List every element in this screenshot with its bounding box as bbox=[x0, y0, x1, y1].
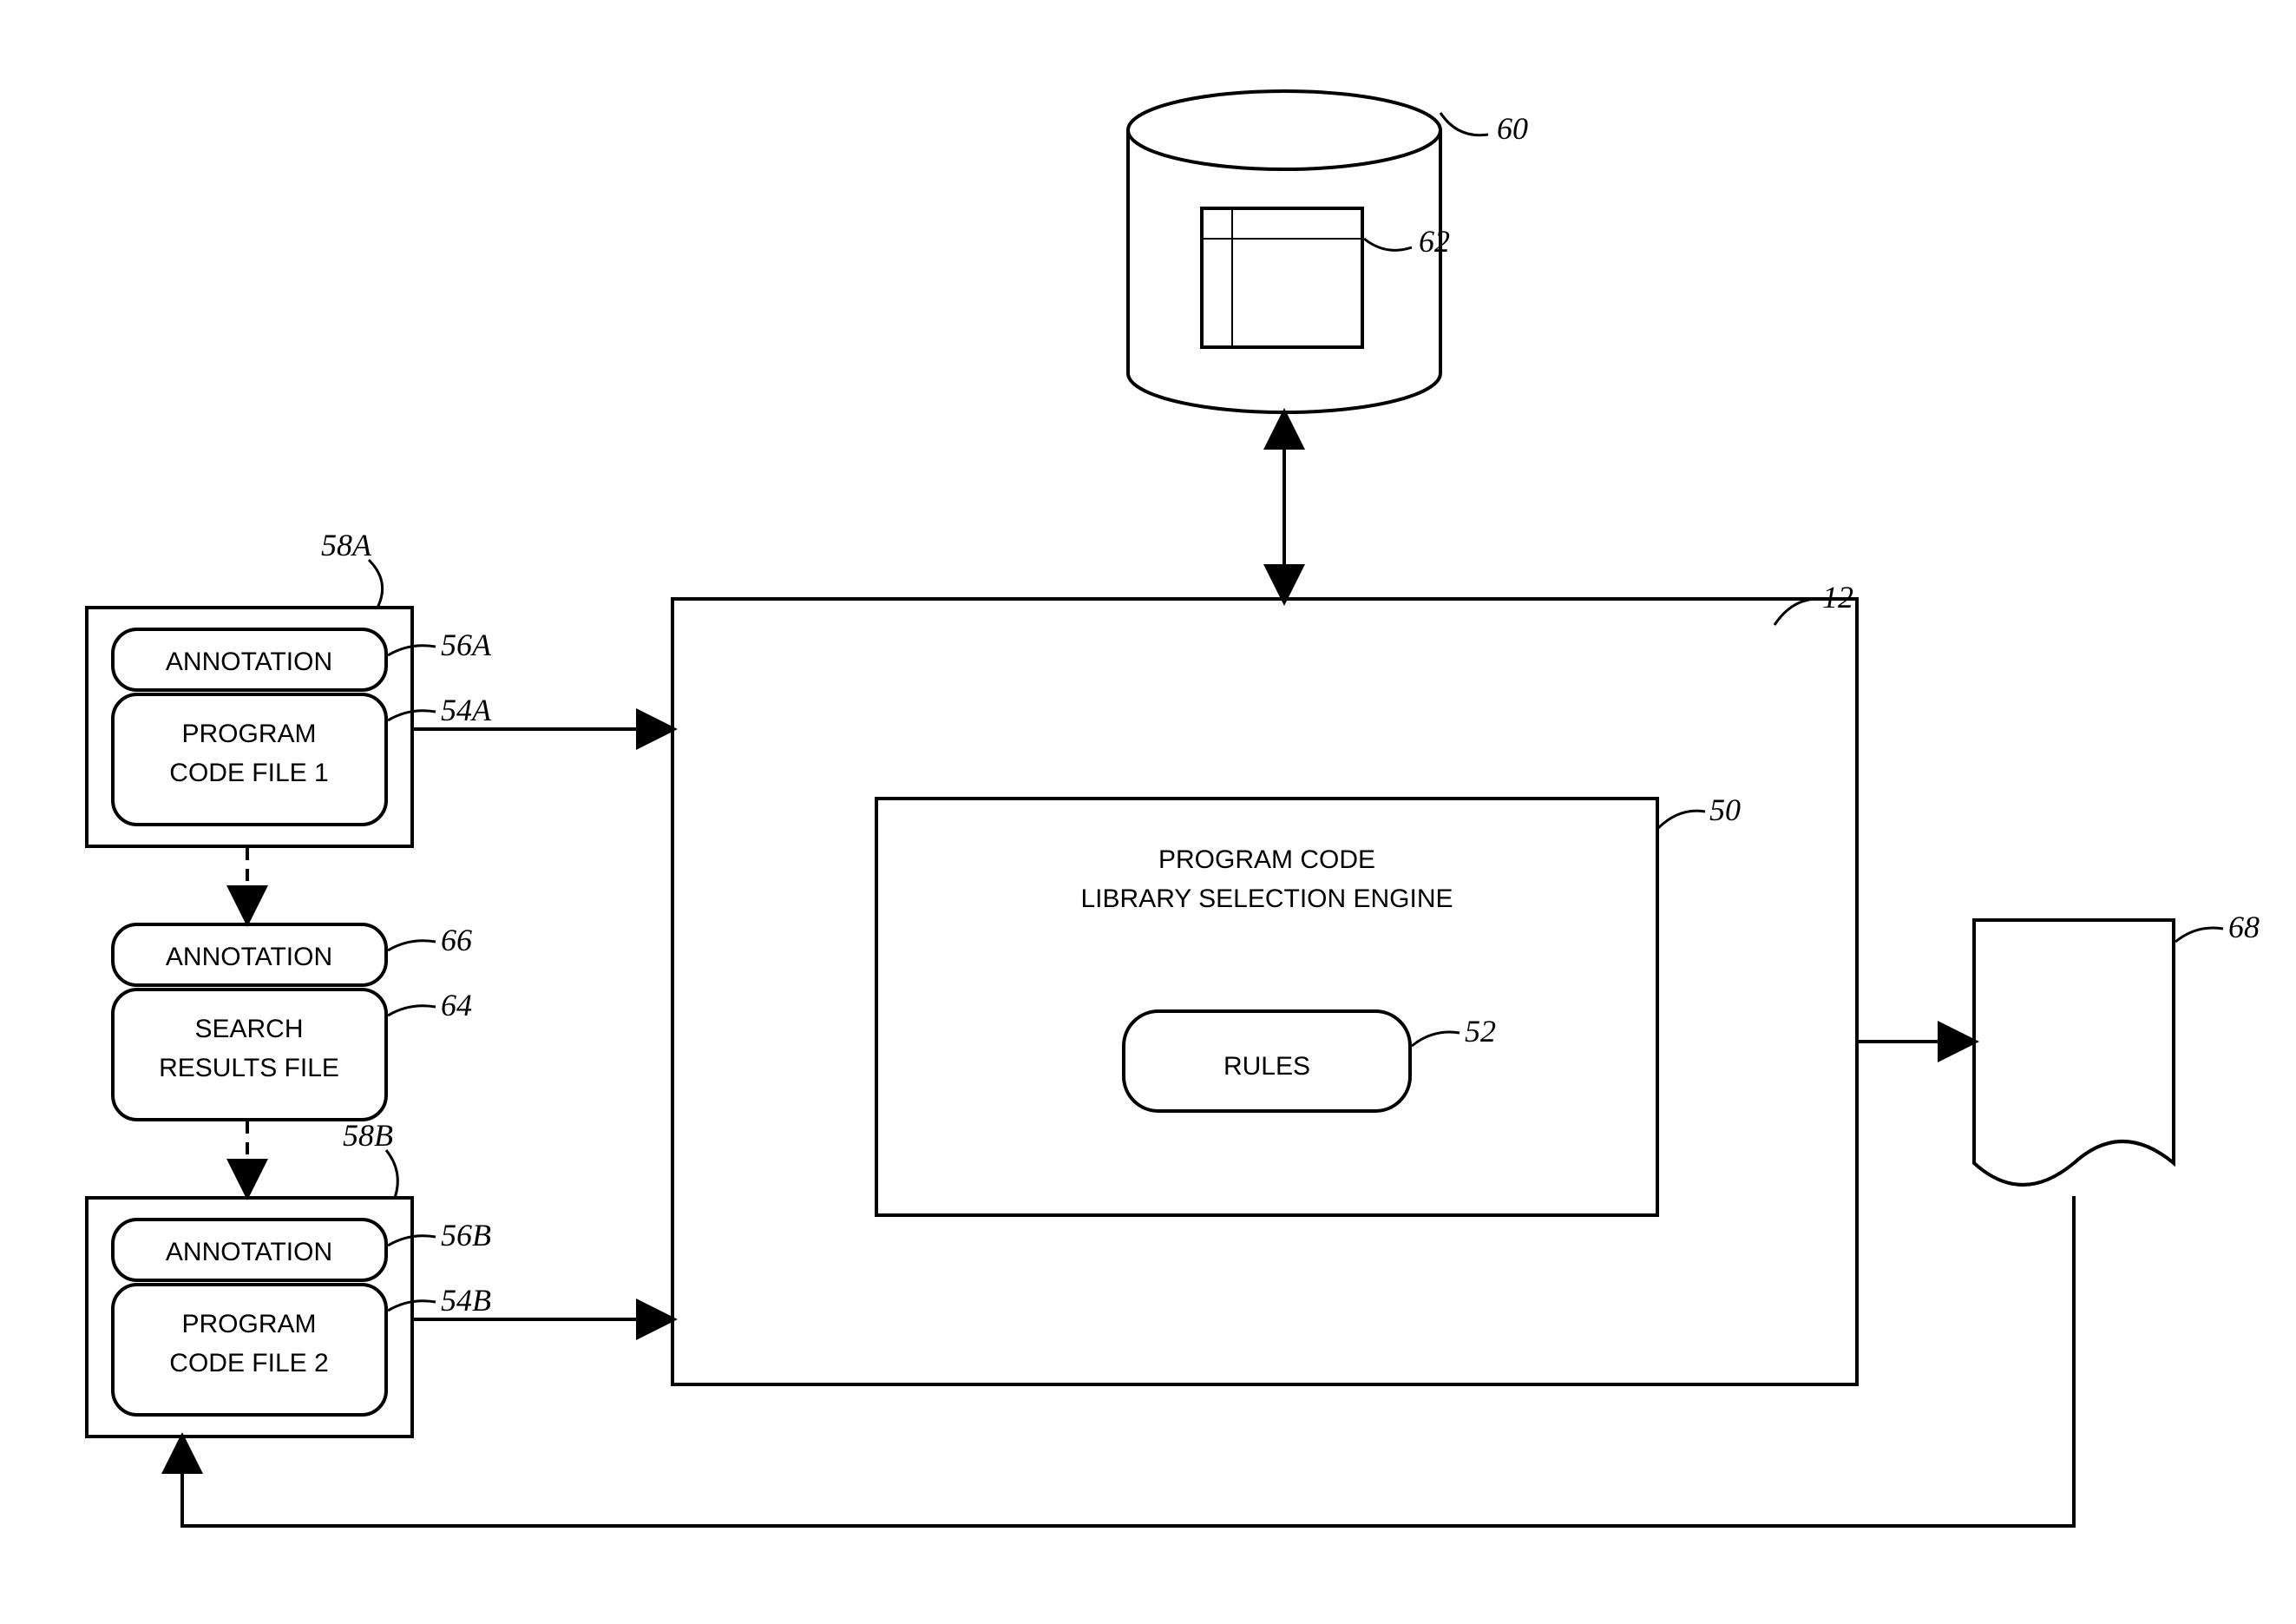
ref-52: 52 bbox=[1465, 1014, 1496, 1049]
prog1-line1: PROGRAM bbox=[181, 720, 316, 748]
ref-54A: 54A bbox=[441, 693, 492, 727]
annotation-66-label: ANNOTATION bbox=[166, 943, 332, 971]
ref-56A: 56A bbox=[441, 628, 492, 662]
database-60 bbox=[1128, 91, 1440, 412]
rules-label: RULES bbox=[1223, 1052, 1310, 1081]
engine-title-2: LIBRARY SELECTION ENGINE bbox=[1080, 884, 1453, 913]
prog1-line2: CODE FILE 1 bbox=[169, 759, 328, 787]
prog2-line2: CODE FILE 2 bbox=[169, 1349, 328, 1377]
annotation-56A-label: ANNOTATION bbox=[166, 648, 332, 676]
main-box-12 bbox=[672, 599, 1857, 1384]
search-line2: RESULTS FILE bbox=[159, 1054, 339, 1082]
ref-64: 64 bbox=[441, 988, 472, 1022]
ref-66: 66 bbox=[441, 923, 472, 957]
prog2-line1: PROGRAM bbox=[181, 1310, 316, 1338]
ref-12: 12 bbox=[1822, 580, 1853, 615]
ref-60: 60 bbox=[1497, 111, 1528, 146]
search-line1: SEARCH bbox=[194, 1015, 303, 1043]
ref-62: 62 bbox=[1419, 224, 1450, 259]
ref-50: 50 bbox=[1709, 792, 1741, 827]
table-icon bbox=[1202, 208, 1362, 347]
ref-58B: 58B bbox=[343, 1118, 393, 1153]
ref-68: 68 bbox=[2228, 910, 2260, 944]
output-doc-68 bbox=[1974, 920, 2174, 1185]
ref-56B: 56B bbox=[441, 1218, 491, 1253]
ref-54B: 54B bbox=[441, 1283, 491, 1318]
ref-58A: 58A bbox=[321, 528, 372, 562]
annotation-56B-label: ANNOTATION bbox=[166, 1238, 332, 1266]
engine-title-1: PROGRAM CODE bbox=[1158, 845, 1375, 874]
diagram-root: 60 62 12 PROGRAM CODE LIBRARY SELECTION … bbox=[0, 0, 2296, 1624]
